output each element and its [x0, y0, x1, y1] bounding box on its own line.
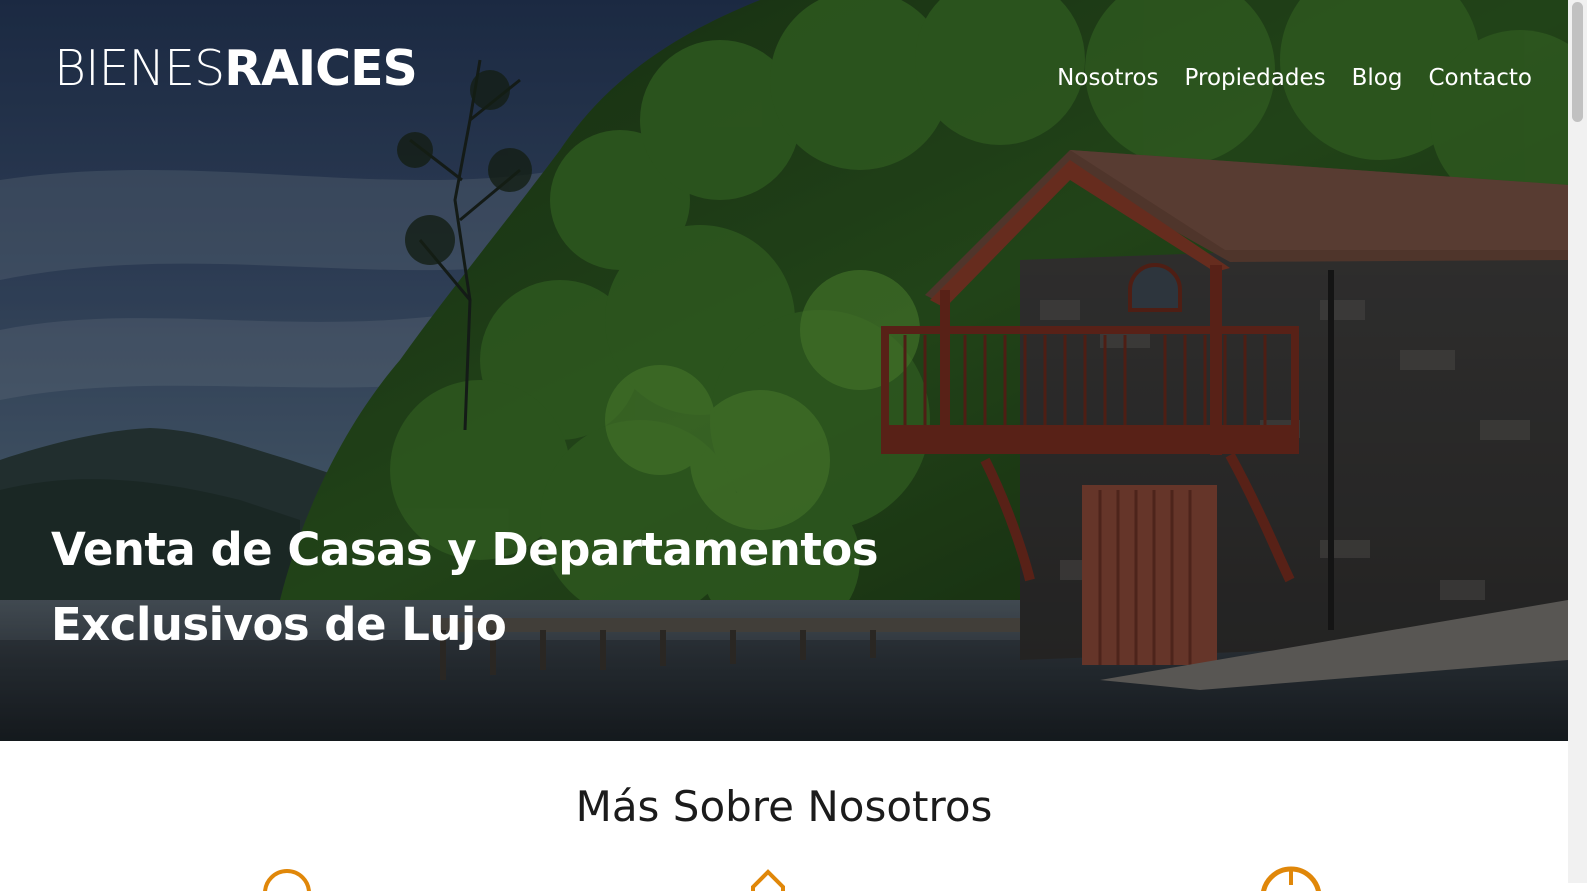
nav-link-blog[interactable]: Blog [1352, 63, 1403, 93]
hero-heading-line-2: Exclusivos de Lujo [51, 598, 507, 651]
security-icon [252, 861, 322, 891]
hero-heading: Venta de Casas y Departamentos Exclusivo… [51, 512, 879, 662]
site-logo[interactable]: BIENESRAICES [54, 44, 418, 93]
about-section: Más Sobre Nosotros [0, 741, 1568, 891]
page-scrollbar[interactable] [1568, 0, 1587, 883]
main-navigation: Nosotros Propiedades Blog Contacto [1057, 63, 1532, 93]
hero-section: BIENESRAICES Nosotros Propiedades Blog C… [0, 0, 1568, 741]
hero-heading-line-1: Venta de Casas y Departamentos [51, 523, 879, 576]
nav-link-nosotros[interactable]: Nosotros [1057, 63, 1158, 93]
logo-bold-text: RAICES [224, 40, 418, 97]
scrollbar-thumb[interactable] [1572, 2, 1583, 122]
nav-link-contacto[interactable]: Contacto [1428, 63, 1532, 93]
logo-light-text: BIENES [54, 40, 225, 97]
nav-link-propiedades[interactable]: Propiedades [1185, 63, 1326, 93]
clock-icon [1256, 861, 1326, 891]
about-section-title: Más Sobre Nosotros [575, 782, 993, 831]
price-tag-icon [733, 861, 803, 891]
site-header: BIENESRAICES Nosotros Propiedades Blog C… [0, 0, 1568, 140]
